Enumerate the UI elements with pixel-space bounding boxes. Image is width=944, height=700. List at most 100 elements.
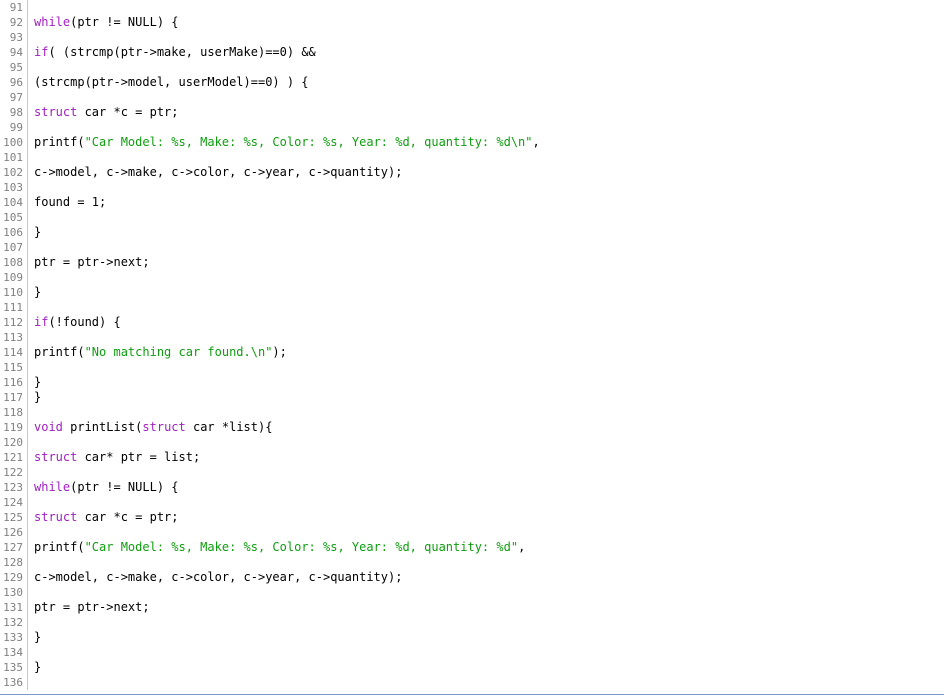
code-token-txt: (strcmp(ptr->model, userModel)==0) ) { bbox=[34, 75, 309, 89]
code-line[interactable]: 121 struct car* ptr = list; bbox=[0, 450, 944, 465]
code-line[interactable]: 126 bbox=[0, 525, 944, 540]
line-number: 128 bbox=[0, 555, 28, 570]
code-line[interactable]: 108 ptr = ptr->next; bbox=[0, 255, 944, 270]
code-line[interactable]: 133} bbox=[0, 630, 944, 645]
code-line[interactable]: 102 c->model, c->make, c->color, c->year,… bbox=[0, 165, 944, 180]
code-line[interactable]: 118 bbox=[0, 405, 944, 420]
code-line-content: } bbox=[28, 225, 944, 240]
code-token-txt: car* ptr = list; bbox=[77, 450, 201, 464]
line-number: 134 bbox=[0, 645, 28, 660]
code-line[interactable]: 105 bbox=[0, 210, 944, 225]
line-number: 106 bbox=[0, 225, 28, 240]
code-line[interactable]: 116} bbox=[0, 375, 944, 390]
line-number: 112 bbox=[0, 315, 28, 330]
code-line[interactable]: 112 if(!found) { bbox=[0, 315, 944, 330]
code-token-kw: while bbox=[34, 15, 71, 29]
code-line-content: if(!found) { bbox=[28, 315, 944, 330]
code-line[interactable]: 104 found = 1; bbox=[0, 195, 944, 210]
code-line[interactable]: 92 while(ptr != NULL) { bbox=[0, 15, 944, 30]
code-line[interactable]: 100 printf("Car Model: %s, Make: %s, Colo… bbox=[0, 135, 944, 150]
code-token-txt: c->model, c->make, c->color, c->year, c-… bbox=[34, 570, 403, 584]
code-line[interactable]: 127 printf("Car Model: %s, Make: %s, Colo… bbox=[0, 540, 944, 555]
code-token-txt: ( (strcmp(ptr->make, userMake)==0) && bbox=[48, 45, 316, 59]
code-line[interactable]: 135} bbox=[0, 660, 944, 675]
line-number: 97 bbox=[0, 90, 28, 105]
code-token-txt: car *list){ bbox=[185, 420, 273, 434]
code-line[interactable]: 109 bbox=[0, 270, 944, 285]
code-line[interactable]: 129 c->model, c->make, c->color, c->year,… bbox=[0, 570, 944, 585]
line-number: 115 bbox=[0, 360, 28, 375]
line-number: 94 bbox=[0, 45, 28, 60]
code-line[interactable]: 117} bbox=[0, 390, 944, 405]
code-editor[interactable]: 91 92 while(ptr != NULL) {93 94 if( (strcmp(… bbox=[0, 0, 944, 700]
code-line[interactable]: 124 bbox=[0, 495, 944, 510]
code-token-kw: if bbox=[34, 315, 49, 329]
line-number: 135 bbox=[0, 660, 28, 675]
code-line[interactable]: 103 bbox=[0, 180, 944, 195]
line-number: 98 bbox=[0, 105, 28, 120]
code-line-content: c->model, c->make, c->color, c->year, c-… bbox=[28, 165, 944, 180]
code-line[interactable]: 130 bbox=[0, 585, 944, 600]
line-number: 124 bbox=[0, 495, 28, 510]
code-line[interactable]: 120 bbox=[0, 435, 944, 450]
line-number: 113 bbox=[0, 330, 28, 345]
horizontal-scrollbar[interactable] bbox=[0, 694, 944, 700]
code-line[interactable]: 101 bbox=[0, 150, 944, 165]
code-line[interactable]: 96 (strcmp(ptr->model, userModel)==0) ) { bbox=[0, 75, 944, 90]
code-text-area[interactable]: 91 92 while(ptr != NULL) {93 94 if( (strcmp(… bbox=[0, 0, 944, 694]
code-line-content: struct car* ptr = list; bbox=[28, 450, 944, 465]
code-token-kw: while bbox=[34, 480, 71, 494]
line-number: 102 bbox=[0, 165, 28, 180]
code-line[interactable]: 99 bbox=[0, 120, 944, 135]
code-line[interactable]: 125 struct car *c = ptr; bbox=[0, 510, 944, 525]
line-number: 109 bbox=[0, 270, 28, 285]
code-line[interactable]: 131 ptr = ptr->next; bbox=[0, 600, 944, 615]
code-line-content: c->model, c->make, c->color, c->year, c-… bbox=[28, 570, 944, 585]
code-line[interactable]: 119 void printList(struct car *list){ bbox=[0, 420, 944, 435]
code-line[interactable]: 115 bbox=[0, 360, 944, 375]
line-number: 118 bbox=[0, 405, 28, 420]
code-line[interactable]: 91 bbox=[0, 0, 944, 15]
line-number: 121 bbox=[0, 450, 28, 465]
code-token-txt: car *c = ptr; bbox=[77, 510, 179, 524]
code-token-txt: } bbox=[34, 630, 42, 644]
code-line[interactable]: 132 bbox=[0, 615, 944, 630]
code-line[interactable]: 110} bbox=[0, 285, 944, 300]
code-line-content: void printList(struct car *list){ bbox=[28, 420, 944, 435]
code-line[interactable]: 122 bbox=[0, 465, 944, 480]
code-line[interactable]: 98 struct car *c = ptr; bbox=[0, 105, 944, 120]
code-line[interactable]: 113 bbox=[0, 330, 944, 345]
code-line[interactable]: 111 bbox=[0, 300, 944, 315]
line-number: 133 bbox=[0, 630, 28, 645]
line-number: 130 bbox=[0, 585, 28, 600]
code-line-content: } bbox=[28, 630, 944, 645]
code-token-txt: } bbox=[34, 660, 42, 674]
code-token-txt: } bbox=[34, 375, 42, 389]
code-line-content: } bbox=[28, 390, 944, 405]
line-number: 132 bbox=[0, 615, 28, 630]
code-line[interactable]: 95 bbox=[0, 60, 944, 75]
code-line[interactable]: 93 bbox=[0, 30, 944, 45]
code-token-txt: ptr = ptr->next; bbox=[34, 600, 150, 614]
code-line-content: (strcmp(ptr->model, userModel)==0) ) { bbox=[28, 75, 944, 90]
horizontal-scrollbar-thumb[interactable] bbox=[0, 695, 944, 700]
code-token-kw: if bbox=[34, 45, 49, 59]
code-line[interactable]: 107 bbox=[0, 240, 944, 255]
line-number: 126 bbox=[0, 525, 28, 540]
code-token-txt: car *c = ptr; bbox=[77, 105, 179, 119]
code-line[interactable]: 114 printf("No matching car found.\n"); bbox=[0, 345, 944, 360]
code-token-txt: (ptr != NULL) { bbox=[70, 15, 179, 29]
line-number: 99 bbox=[0, 120, 28, 135]
code-line[interactable]: 136 bbox=[0, 675, 944, 690]
code-line[interactable]: 97 bbox=[0, 90, 944, 105]
code-token-txt: (!found) { bbox=[48, 315, 121, 329]
line-number: 105 bbox=[0, 210, 28, 225]
code-line[interactable]: 123 while(ptr != NULL) { bbox=[0, 480, 944, 495]
code-line[interactable]: 128 bbox=[0, 555, 944, 570]
code-line[interactable]: 106} bbox=[0, 225, 944, 240]
code-line[interactable]: 134 bbox=[0, 645, 944, 660]
code-line-content: } bbox=[28, 375, 944, 390]
code-line-content: printf("Car Model: %s, Make: %s, Color: … bbox=[28, 540, 944, 555]
code-line-content: ptr = ptr->next; bbox=[28, 600, 944, 615]
code-line[interactable]: 94 if( (strcmp(ptr->make, userMake)==0) &… bbox=[0, 45, 944, 60]
